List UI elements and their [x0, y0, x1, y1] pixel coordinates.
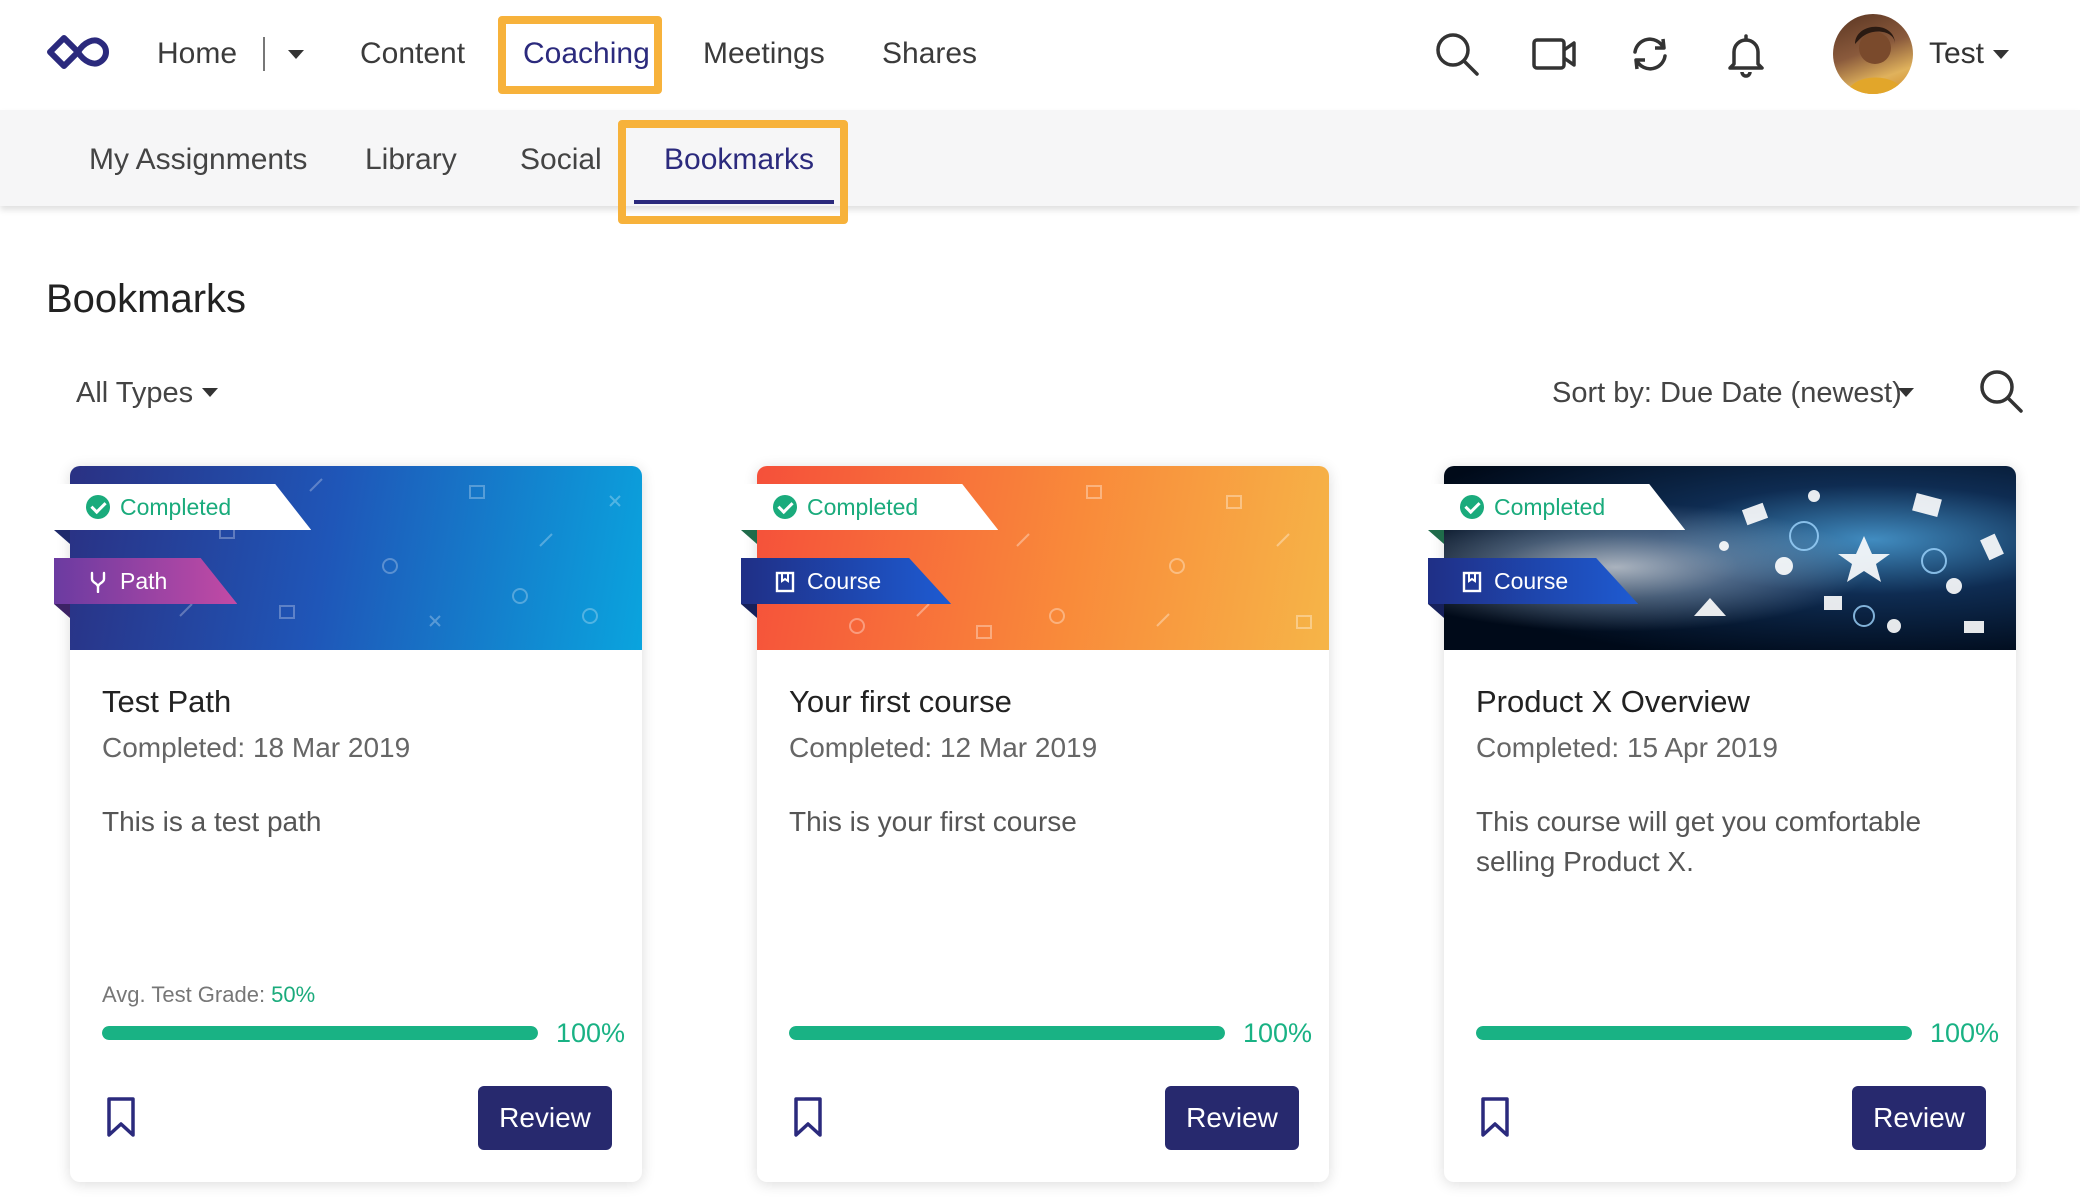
nav-shares[interactable]: Shares: [882, 34, 977, 74]
bookmark-card[interactable]: Completed Course Your first course Compl…: [741, 466, 1329, 1182]
card-description: This is a test path: [102, 806, 322, 837]
search-icon[interactable]: [1978, 368, 2024, 414]
page-title: Bookmarks: [46, 277, 247, 321]
book-icon: [775, 571, 795, 593]
completed-date: Completed: 12 Mar 2019: [789, 732, 1098, 763]
card-title[interactable]: Your first course: [789, 682, 1012, 722]
user-name[interactable]: Test: [1929, 34, 1984, 74]
bookmark-icon[interactable]: [1480, 1096, 1510, 1138]
sort-dropdown[interactable]: Sort by: Due Date (newest): [1552, 373, 1902, 413]
avatar[interactable]: [1833, 14, 1913, 94]
progress-fill: [1476, 1026, 1912, 1040]
card-title[interactable]: Product X Overview: [1476, 682, 1750, 722]
nav-content[interactable]: Content: [360, 34, 465, 74]
book-icon: [1462, 571, 1482, 593]
chevron-down-icon[interactable]: [1993, 50, 2009, 59]
divider: [263, 37, 265, 71]
check-circle-icon: [1460, 495, 1484, 519]
card-title[interactable]: Test Path: [102, 682, 231, 722]
progress-bar: [1476, 1026, 1912, 1040]
status-badge: Completed: [54, 484, 312, 530]
status-badge: Completed: [741, 484, 999, 530]
chevron-down-icon[interactable]: [288, 50, 304, 59]
review-button[interactable]: Review: [478, 1086, 612, 1150]
tab-social[interactable]: Social: [520, 140, 602, 180]
bookmark-icon[interactable]: [106, 1096, 136, 1138]
progress-label: 100%: [1243, 1018, 1313, 1048]
highlight-box: [498, 16, 662, 94]
tab-my-assignments[interactable]: My Assignments: [89, 140, 307, 180]
ribbon-fold: [1428, 604, 1444, 618]
review-button[interactable]: Review: [1852, 1086, 1986, 1150]
tab-library[interactable]: Library: [365, 140, 457, 180]
avg-test-grade: Avg. Test Grade: 50%: [102, 982, 316, 1007]
card-description: This is your first course: [789, 806, 1077, 837]
review-button[interactable]: Review: [1165, 1086, 1299, 1150]
chevron-down-icon[interactable]: [1898, 388, 1914, 397]
top-navigation: Home Content Coaching Meetings Shares Te…: [0, 0, 2080, 110]
video-icon[interactable]: [1530, 30, 1578, 78]
ribbon-fold: [54, 604, 70, 618]
progress-fill: [789, 1026, 1225, 1040]
ribbon-fold: [741, 604, 757, 618]
progress-bar: [789, 1026, 1225, 1040]
status-badge: Completed: [1428, 484, 1686, 530]
progress-label: 100%: [556, 1018, 626, 1048]
ribbon-fold: [54, 530, 70, 544]
sub-navigation: My Assignments Library Social Bookmarks: [0, 110, 2080, 206]
logo-icon[interactable]: [44, 28, 112, 72]
ribbon-fold: [741, 530, 757, 544]
card-description: This course will get you comfortable sel…: [1476, 806, 1922, 877]
highlight-box: [618, 120, 848, 224]
progress-label: 100%: [1930, 1018, 2000, 1048]
bookmark-card[interactable]: Completed Path Test Path Completed: 18 M…: [54, 466, 642, 1182]
progress-fill: [102, 1026, 538, 1040]
nav-meetings[interactable]: Meetings: [703, 34, 825, 74]
nav-home[interactable]: Home: [157, 34, 237, 74]
completed-date: Completed: 18 Mar 2019: [102, 732, 411, 763]
bell-icon[interactable]: [1722, 30, 1770, 78]
bookmark-card[interactable]: Completed Course Product X Overview Comp…: [1428, 466, 2016, 1182]
check-circle-icon: [773, 495, 797, 519]
bookmark-icon[interactable]: [793, 1096, 823, 1138]
search-icon[interactable]: [1433, 30, 1481, 78]
chevron-down-icon[interactable]: [202, 388, 218, 397]
completed-date: Completed: 15 Apr 2019: [1476, 732, 1778, 763]
check-circle-icon: [86, 495, 110, 519]
sync-icon[interactable]: [1626, 30, 1674, 78]
progress-bar: [102, 1026, 538, 1040]
ribbon-fold: [1428, 530, 1444, 544]
path-icon: [90, 571, 106, 593]
type-filter-dropdown[interactable]: All Types: [76, 373, 193, 413]
